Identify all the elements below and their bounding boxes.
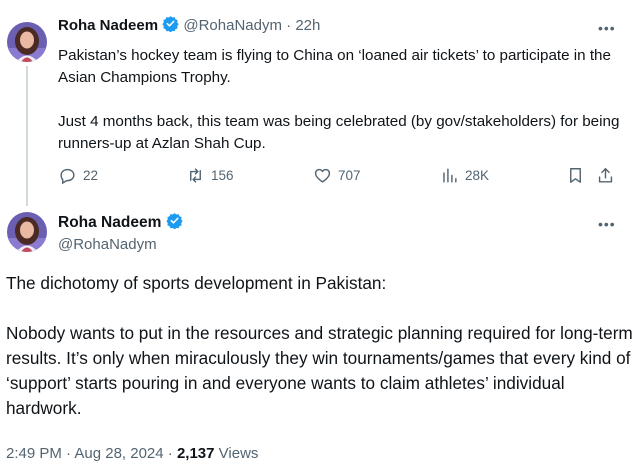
- like-button[interactable]: 707: [313, 166, 361, 185]
- tweet-text: The dichotomy of sports development in P…: [6, 271, 636, 421]
- like-icon: [314, 168, 331, 183]
- tweet-time[interactable]: 22h: [295, 17, 320, 34]
- verified-badge-icon: [162, 16, 179, 32]
- separator: ·: [286, 17, 292, 34]
- repost-count: 156: [211, 168, 234, 183]
- share-icon: [598, 168, 613, 183]
- author-handle[interactable]: @RohaNadym: [183, 17, 282, 34]
- tweet-paragraph: The dichotomy of sports development in P…: [6, 273, 387, 293]
- views-button[interactable]: 28K: [440, 166, 489, 185]
- reply-button[interactable]: 22: [58, 166, 98, 185]
- views-label: Views: [214, 445, 259, 462]
- views-icon: [443, 168, 457, 183]
- verified-badge-icon: [166, 213, 183, 229]
- reply-icon: [60, 168, 75, 185]
- views-count: 28K: [465, 168, 490, 183]
- tweet-paragraph: Just 4 months back, this team was being …: [58, 113, 620, 152]
- tweet-header: Roha Nadeem: [58, 212, 183, 232]
- timestamp[interactable]: 2:49 PM · Aug 28, 2024 ·: [6, 445, 177, 462]
- like-count: 707: [338, 168, 361, 183]
- avatar[interactable]: [7, 22, 47, 62]
- reply-count: 22: [83, 168, 99, 183]
- author-handle[interactable]: @RohaNadym: [58, 236, 157, 253]
- thread-line: [26, 66, 28, 206]
- tweet-paragraph: Nobody wants to put in the resources and…: [6, 323, 633, 418]
- tweet-1: Roha Nadeem @RohaNadym · 22h ••• Pakista…: [0, 0, 640, 206]
- tweet-text: Pakistan’s hockey team is flying to Chin…: [58, 45, 628, 155]
- repost-icon: [190, 168, 201, 183]
- avatar[interactable]: [7, 212, 47, 252]
- tweet-meta: 2:49 PM · Aug 28, 2024 · 2,137 Views: [6, 445, 258, 462]
- more-icon[interactable]: •••: [598, 216, 616, 232]
- action-bar: 22 156 707 28K: [58, 166, 628, 190]
- bookmark-button[interactable]: [566, 166, 585, 185]
- more-icon[interactable]: •••: [598, 20, 616, 36]
- share-button[interactable]: [596, 166, 615, 185]
- tweet-2: Roha Nadeem @RohaNadym ••• The dichotomy…: [0, 200, 640, 470]
- author-name[interactable]: Roha Nadeem: [58, 214, 161, 231]
- bookmark-icon: [570, 168, 581, 183]
- tweet-header: Roha Nadeem @RohaNadym · 22h: [58, 15, 320, 34]
- tweet-paragraph: Pakistan’s hockey team is flying to Chin…: [58, 47, 611, 86]
- author-name[interactable]: Roha Nadeem: [58, 17, 158, 34]
- views-count: 2,137: [176, 445, 215, 462]
- repost-button[interactable]: 156: [186, 166, 234, 185]
